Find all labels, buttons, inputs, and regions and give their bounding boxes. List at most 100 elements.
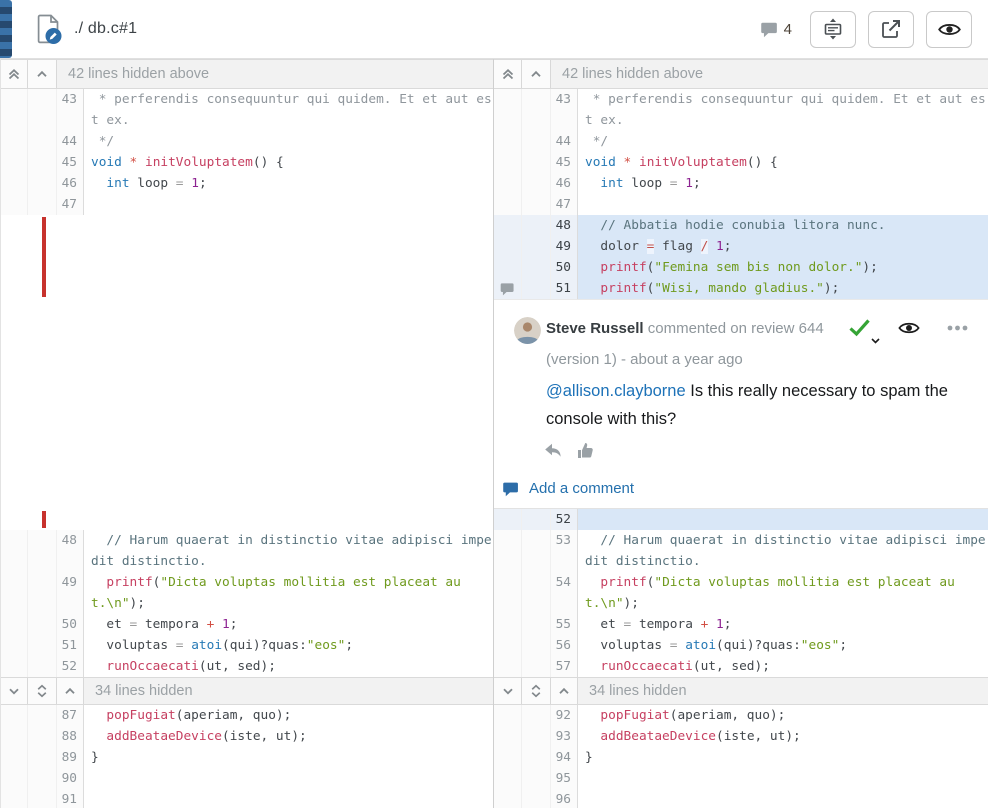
code-line[interactable]: 95 — [494, 768, 988, 789]
watch-comment-button[interactable] — [898, 321, 920, 335]
line-number[interactable]: 48 — [551, 215, 578, 236]
comment-author[interactable]: Steve Russell — [546, 320, 644, 337]
code-text[interactable]: } — [578, 747, 988, 768]
comment-count[interactable]: 4 — [760, 21, 792, 38]
line-number[interactable]: 90 — [57, 768, 84, 789]
code-text[interactable]: voluptas = atoi(qui)?quas:"eos"; — [84, 635, 493, 656]
expand-gutter-cell[interactable] — [28, 635, 57, 656]
line-number[interactable]: 49 — [57, 572, 84, 614]
code-text[interactable]: // Abbatia hodie conubia litora nunc. — [578, 215, 988, 236]
expand-gutter-cell[interactable] — [522, 768, 551, 789]
code-line[interactable]: 52 — [494, 509, 988, 530]
expand-gutter-cell[interactable] — [28, 768, 57, 789]
line-number[interactable]: 57 — [551, 656, 578, 677]
expand-gutter-cell[interactable] — [28, 89, 57, 131]
code-line[interactable]: 44 */ — [494, 131, 988, 152]
code-line[interactable]: 50 et = tempora + 1; — [0, 614, 493, 635]
line-number[interactable]: 43 — [57, 89, 84, 131]
code-line[interactable]: 92 popFugiat(aperiam, quo); — [494, 705, 988, 726]
code-text[interactable]: void * initVoluptatem() { — [84, 152, 493, 173]
expand-gutter-cell[interactable] — [28, 747, 57, 768]
code-line[interactable]: 50 printf("Femina sem bis non dolor."); — [494, 257, 988, 278]
code-text[interactable]: // Harum quaerat in distinctio vitae adi… — [84, 530, 493, 572]
hidden-lines-bar[interactable]: 42 lines hidden above — [494, 59, 988, 89]
line-number[interactable]: 52 — [57, 656, 84, 677]
line-number[interactable]: 50 — [551, 257, 578, 278]
code-line[interactable]: 51 printf("Wisi, mando gladius."); — [494, 278, 988, 299]
code-line[interactable]: 44 */ — [0, 131, 493, 152]
expand-above-button[interactable] — [28, 60, 57, 88]
expand-above-button[interactable] — [522, 60, 551, 88]
open-in-new-window-button[interactable] — [868, 11, 914, 48]
code-text[interactable]: popFugiat(aperiam, quo); — [84, 705, 493, 726]
expand-gutter-cell[interactable] — [28, 572, 57, 614]
hidden-lines-label[interactable]: 42 lines hidden above — [551, 60, 988, 88]
code-text[interactable]: runOccaecati(ut, sed); — [578, 656, 988, 677]
code-text[interactable]: printf("Wisi, mando gladius."); — [578, 278, 988, 299]
line-number[interactable]: 44 — [551, 131, 578, 152]
expand-gutter-cell[interactable] — [28, 656, 57, 677]
code-line[interactable]: 90 — [0, 768, 493, 789]
code-line[interactable]: 89} — [0, 747, 493, 768]
code-line[interactable]: 53 // Harum quaerat in distinctio vitae … — [494, 530, 988, 572]
comment-body[interactable]: @allison.clayborne Is this really necess… — [546, 377, 978, 433]
code-text[interactable] — [84, 768, 493, 789]
code-line[interactable]: 43 * perferendis consequuntur qui quidem… — [494, 89, 988, 131]
code-text[interactable]: void * initVoluptatem() { — [578, 152, 988, 173]
code-line[interactable]: 49 printf("Dicta voluptas mollitia est p… — [0, 572, 493, 614]
expand-gutter-cell[interactable] — [522, 747, 551, 768]
code-line[interactable]: 93 addBeataeDevice(iste, ut); — [494, 726, 988, 747]
code-line[interactable]: 52 runOccaecati(ut, sed); — [0, 656, 493, 677]
code-text[interactable] — [578, 768, 988, 789]
code-line[interactable]: 87 popFugiat(aperiam, quo); — [0, 705, 493, 726]
code-text[interactable] — [578, 789, 988, 808]
expand-gutter-cell[interactable] — [28, 152, 57, 173]
hidden-lines-bar[interactable]: 34 lines hidden — [0, 677, 493, 705]
expand-gutter-cell[interactable] — [522, 278, 551, 299]
code-text[interactable]: printf("Femina sem bis non dolor."); — [578, 257, 988, 278]
reply-button[interactable] — [544, 443, 562, 458]
line-number[interactable]: 89 — [57, 747, 84, 768]
add-comment-label[interactable]: Add a comment — [529, 480, 634, 497]
code-text[interactable]: et = tempora + 1; — [578, 614, 988, 635]
line-number[interactable]: 46 — [57, 173, 84, 194]
expand-gutter-cell[interactable] — [522, 530, 551, 572]
code-text[interactable]: int loop = 1; — [84, 173, 493, 194]
add-comment-button[interactable]: Add a comment — [502, 480, 634, 497]
code-text[interactable]: addBeataeDevice(iste, ut); — [84, 726, 493, 747]
expand-below-button[interactable] — [0, 678, 28, 704]
red-change-bar[interactable] — [42, 217, 46, 297]
expand-all-above-button[interactable] — [494, 60, 522, 88]
comment-meta[interactable]: (version 1) - about a year ago — [546, 351, 743, 368]
code-text[interactable] — [84, 194, 493, 215]
hidden-lines-bar[interactable]: 42 lines hidden above — [0, 59, 493, 89]
line-number[interactable]: 44 — [57, 131, 84, 152]
expand-all-button[interactable] — [28, 678, 57, 704]
line-number[interactable]: 88 — [57, 726, 84, 747]
expand-gutter-cell[interactable] — [28, 726, 57, 747]
expand-gutter-cell[interactable] — [522, 131, 551, 152]
hidden-lines-label[interactable]: 34 lines hidden — [84, 678, 493, 704]
line-number[interactable]: 52 — [551, 509, 578, 530]
comment-action-text[interactable]: commented on review 644 — [644, 320, 824, 337]
line-number[interactable]: 56 — [551, 635, 578, 656]
code-text[interactable]: printf("Dicta voluptas mollitia est plac… — [578, 572, 988, 614]
expand-gutter-cell[interactable] — [522, 705, 551, 726]
line-number[interactable]: 51 — [551, 278, 578, 299]
expand-gutter-cell[interactable] — [28, 789, 57, 808]
code-line[interactable]: 48 // Abbatia hodie conubia litora nunc. — [494, 215, 988, 236]
comment-actions-toolbar[interactable] — [848, 318, 968, 337]
code-text[interactable]: addBeataeDevice(iste, ut); — [578, 726, 988, 747]
line-number[interactable]: 54 — [551, 572, 578, 614]
line-number[interactable]: 45 — [551, 152, 578, 173]
expand-gutter-cell[interactable] — [522, 152, 551, 173]
code-text[interactable]: // Harum quaerat in distinctio vitae adi… — [578, 530, 988, 572]
line-number[interactable]: 55 — [551, 614, 578, 635]
line-number[interactable]: 50 — [57, 614, 84, 635]
line-number[interactable]: 46 — [551, 173, 578, 194]
code-text[interactable]: */ — [578, 131, 988, 152]
code-line[interactable]: 57 runOccaecati(ut, sed); — [494, 656, 988, 677]
comment-thread[interactable]: Steve Russell commented on review 644 (ve… — [494, 299, 988, 509]
line-number[interactable]: 49 — [551, 236, 578, 257]
line-number[interactable]: 48 — [57, 530, 84, 572]
